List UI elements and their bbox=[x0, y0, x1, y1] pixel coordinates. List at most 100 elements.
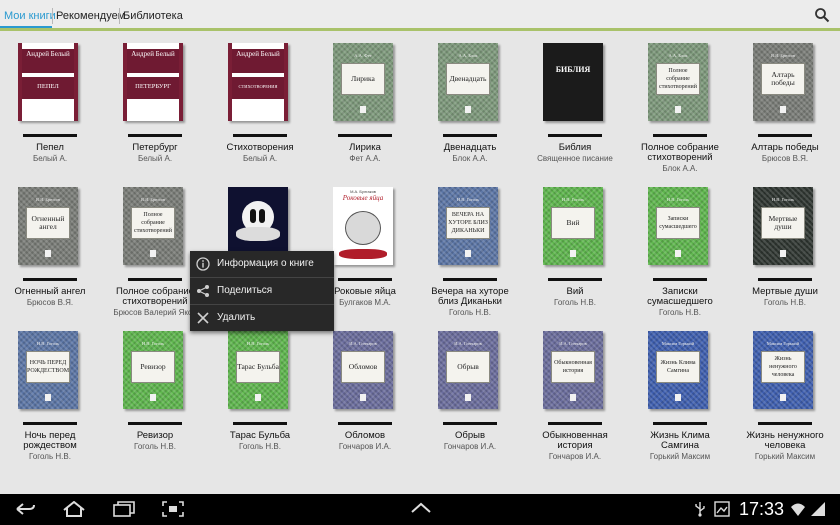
close-icon bbox=[197, 312, 209, 324]
cover-title: Огненный ангел bbox=[26, 207, 70, 239]
shelf-bar bbox=[233, 422, 287, 425]
usb-icon bbox=[695, 502, 705, 517]
publisher-logo bbox=[465, 250, 471, 257]
book-cover[interactable]: И.А. Гончаров Обрыв bbox=[438, 331, 498, 409]
book-cover[interactable]: Н.В. Гоголь Вий bbox=[543, 187, 603, 265]
shelf-bar bbox=[443, 134, 497, 137]
shelf-bar bbox=[338, 422, 392, 425]
book-title: Полное собрание стихотворений bbox=[641, 142, 719, 163]
book-author: Блок А.А. bbox=[452, 154, 488, 163]
cover-title: Двенадцать bbox=[446, 63, 490, 95]
book-cover[interactable]: М.А. Булгаков Роковые яйца bbox=[333, 187, 393, 265]
cover-title: Алтарь победы bbox=[761, 63, 805, 95]
cover-author: А.А. Фет bbox=[354, 53, 372, 58]
cover-author: В.Я. Брюсов bbox=[771, 53, 795, 58]
publisher-logo bbox=[360, 394, 366, 401]
back-icon[interactable] bbox=[14, 501, 36, 517]
publisher-logo bbox=[465, 106, 471, 113]
book-cover[interactable]: БИБЛИЯ bbox=[543, 43, 603, 121]
share-icon bbox=[197, 285, 209, 297]
recent-apps-icon[interactable] bbox=[112, 501, 136, 517]
home-icon[interactable] bbox=[62, 501, 86, 517]
info-icon bbox=[196, 257, 210, 271]
screenshot-icon[interactable] bbox=[162, 501, 184, 517]
book-cover[interactable]: Н.В. Гоголь Мертвые души bbox=[753, 187, 813, 265]
cover-author: Н.В. Гоголь bbox=[36, 341, 60, 346]
book-cover[interactable]: В.Я. Брюсов Огненный ангел bbox=[18, 187, 78, 265]
shelf-bar bbox=[653, 134, 707, 137]
book-cover[interactable]: Н.В. Гоголь НОЧЬ ПЕРЕД РОЖДЕСТВОМ bbox=[18, 331, 78, 409]
cover-author: Максим Горький bbox=[661, 341, 695, 346]
book-title: Ревизор bbox=[136, 430, 174, 441]
shelf-bar bbox=[758, 278, 812, 281]
book-author: Белый А. bbox=[137, 154, 173, 163]
cover-author: В.Я. Брюсов bbox=[141, 197, 165, 202]
book-cover[interactable]: Андрей Белый ПЕТЕРБУРГ bbox=[123, 43, 183, 121]
book-cover[interactable]: Н.В. Гоголь Тарас Бульба bbox=[228, 331, 288, 409]
book-author: Гоголь Н.В. bbox=[449, 308, 491, 317]
book-cover[interactable]: И.А. Гончаров Обломов bbox=[333, 331, 393, 409]
cover-author: Андрей Белый bbox=[236, 50, 280, 58]
cover-author: А.А. Блок bbox=[668, 53, 688, 58]
book-cover[interactable]: Н.В. Гоголь Ревизор bbox=[123, 331, 183, 409]
shelf-bar bbox=[758, 422, 812, 425]
wifi-icon bbox=[791, 503, 805, 516]
publisher-logo bbox=[675, 250, 681, 257]
cover-title: Жизнь ненужного человека bbox=[761, 351, 805, 383]
book-cover[interactable]: Н.В. Гоголь ВЕЧЕРА НА ХУТОРЕ БЛИЗ ДИКАНЬК… bbox=[438, 187, 498, 265]
shelf-bar bbox=[128, 134, 182, 137]
shelf-bar bbox=[128, 422, 182, 425]
cover-title: Записки сумасшедшего bbox=[656, 207, 700, 239]
chevron-up-icon[interactable] bbox=[410, 501, 432, 515]
book-title: Жизнь Клима Самгина bbox=[650, 430, 710, 451]
shelf-bar bbox=[23, 134, 77, 137]
book-title: Огненный ангел bbox=[14, 286, 86, 297]
book-author: Белый А. bbox=[242, 154, 278, 163]
cover-author: Максим Горький bbox=[766, 341, 800, 346]
book-cover[interactable]: Максим Горький Жизнь ненужного человека bbox=[753, 331, 813, 409]
menu-item-book-info[interactable]: Информация о книге bbox=[190, 251, 334, 277]
signal-icon bbox=[811, 502, 825, 516]
cover-title: ПЕТЕРБУРГ bbox=[135, 83, 171, 90]
book-cover[interactable]: Максим Горький Жизнь Клима Самгина bbox=[648, 331, 708, 409]
publisher-logo bbox=[675, 394, 681, 401]
system-nav-bar: 17:33 bbox=[0, 494, 840, 525]
book-title: Обломов bbox=[344, 430, 386, 441]
book-author: Гоголь Н.В. bbox=[239, 442, 281, 451]
book-title: Мертвые души bbox=[752, 286, 818, 297]
book-cover[interactable]: И.А. Гончаров Обыкновенная история bbox=[543, 331, 603, 409]
book-title: Пепел bbox=[36, 142, 64, 153]
menu-item-delete[interactable]: Удалить bbox=[190, 305, 334, 331]
book-cover[interactable]: А.А. Блок Двенадцать bbox=[438, 43, 498, 121]
active-tab-indicator bbox=[0, 26, 52, 28]
shelf-bar bbox=[548, 422, 602, 425]
cover-author: В.Я. Брюсов bbox=[36, 197, 60, 202]
cover-title: СТИХОТВОРЕНИЯ bbox=[238, 84, 278, 89]
tab-library[interactable]: Библиотека bbox=[120, 0, 186, 31]
publisher-logo bbox=[255, 394, 261, 401]
publisher-logo bbox=[45, 250, 51, 257]
book-author: Блок А.А. bbox=[662, 164, 698, 173]
cover-title: Лирика bbox=[341, 63, 385, 95]
publisher-logo bbox=[360, 106, 366, 113]
book-title: Лирика bbox=[349, 142, 381, 153]
book-cover[interactable]: А.А. Фет Лирика bbox=[333, 43, 393, 121]
tab-recommended[interactable]: Рекомендуем bbox=[53, 0, 128, 31]
book-cover[interactable]: Андрей Белый ПЕПЕЛ bbox=[18, 43, 78, 121]
book-title: Петербург bbox=[132, 142, 178, 153]
book-title: Двенадцать bbox=[443, 142, 497, 153]
menu-item-share[interactable]: Поделиться bbox=[190, 278, 334, 304]
cover-author: И.А. Гончаров bbox=[559, 341, 587, 346]
book-author: Фет А.А. bbox=[349, 154, 381, 163]
book-cover[interactable]: Н.В. Гоголь Записки сумасшедшего bbox=[648, 187, 708, 265]
book-cover[interactable]: Андрей Белый СТИХОТВОРЕНИЯ bbox=[228, 43, 288, 121]
book-cover[interactable]: В.Я. Брюсов Алтарь победы bbox=[753, 43, 813, 121]
book-cover[interactable]: В.Я. Брюсов Полное собрание стихотворений bbox=[123, 187, 183, 265]
search-icon[interactable] bbox=[814, 7, 830, 23]
menu-item-label: Удалить bbox=[217, 312, 256, 323]
cover-author: Н.В. Гоголь bbox=[666, 197, 690, 202]
shelf-bar bbox=[548, 134, 602, 137]
book-cover[interactable]: А.А. Блок Полное собрание стихотворений bbox=[648, 43, 708, 121]
cover-author: Н.В. Гоголь bbox=[246, 341, 270, 346]
shelf-bar bbox=[23, 278, 77, 281]
